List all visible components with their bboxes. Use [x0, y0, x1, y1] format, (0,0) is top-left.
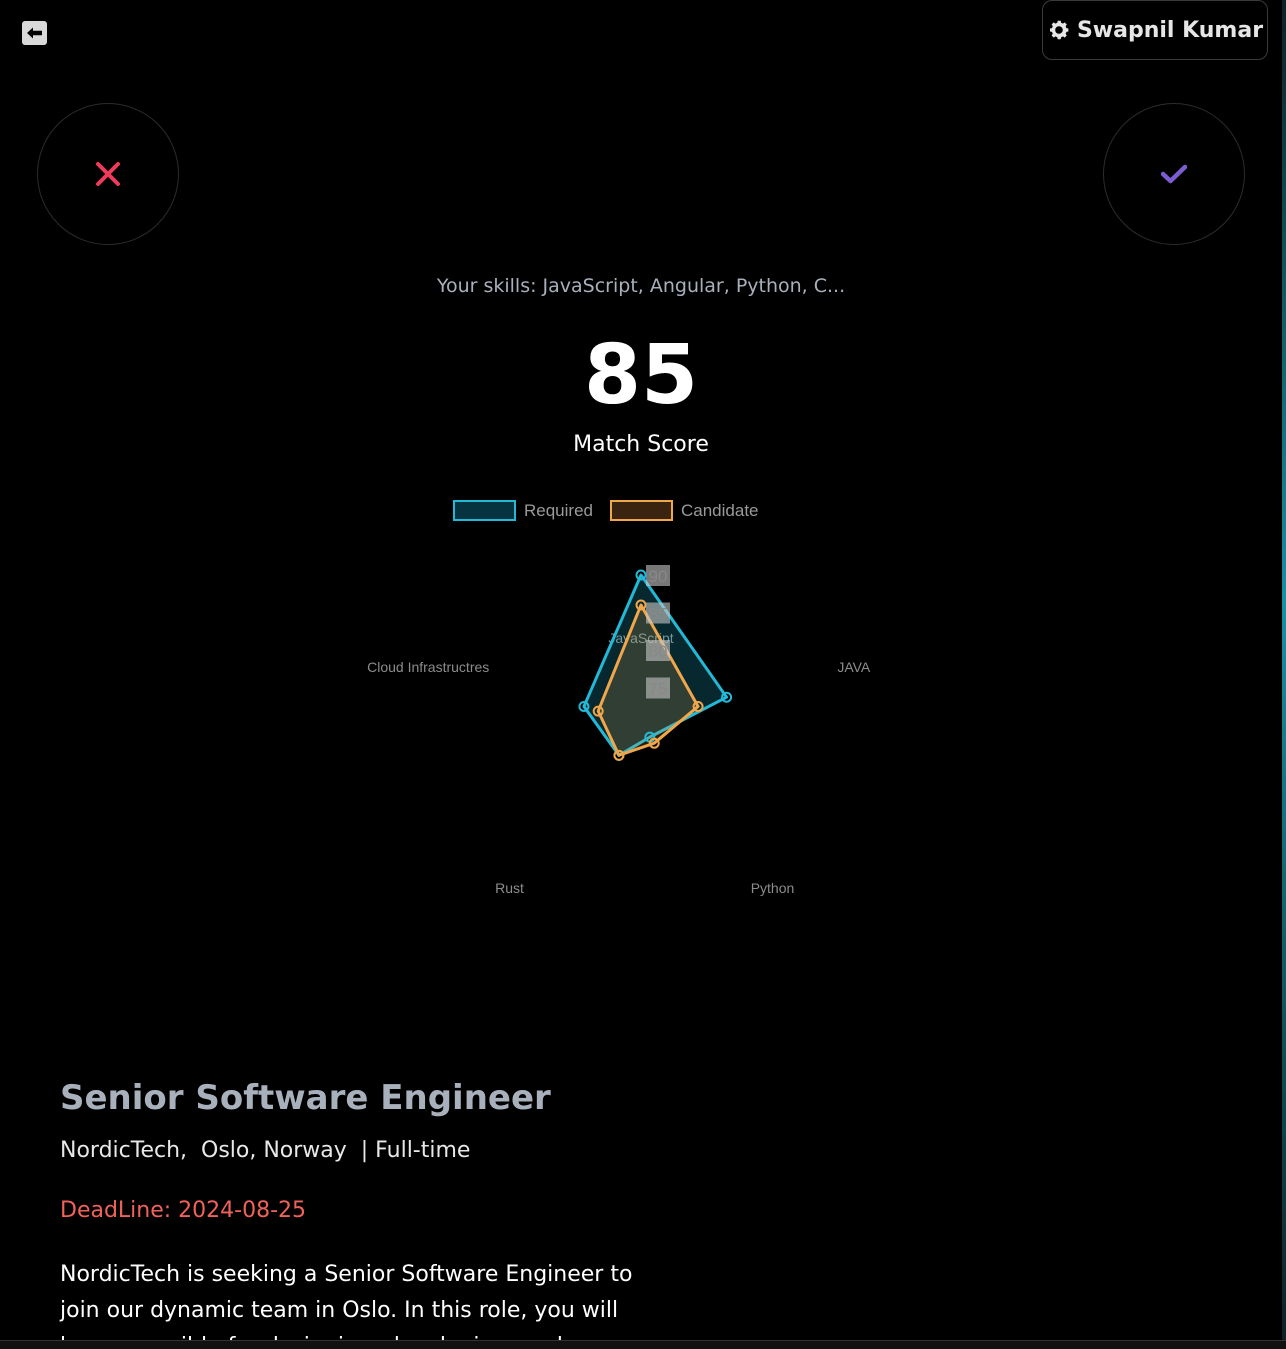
- axis-label-3: Rust: [495, 880, 524, 896]
- match-page: Swapnil Kumar Your skills: JavaScript, A…: [0, 0, 1286, 1349]
- axis-label-2: Python: [751, 880, 795, 896]
- legend-swatch-1: [610, 500, 673, 521]
- skills-radar-chart: RequiredCandidateJavaScriptJAVAPythonRus…: [367, 500, 871, 896]
- tick-label-85: 85: [649, 605, 668, 624]
- legend-label-1: Candidate: [681, 501, 759, 520]
- gear-icon: [1047, 18, 1071, 42]
- tick-label-80: 80: [649, 642, 668, 661]
- skills-summary: Your skills: JavaScript, Angular, Python…: [436, 275, 846, 297]
- check-icon: [1161, 164, 1187, 184]
- match-score-label: Match Score: [573, 432, 709, 457]
- legend-swatch-0: [453, 500, 516, 521]
- axis-label-4: Cloud Infrastructres: [367, 659, 489, 675]
- user-name: Swapnil Kumar: [1076, 17, 1264, 43]
- arrow-left-icon: [27, 27, 42, 39]
- reject-button[interactable]: [37, 103, 179, 245]
- legend-label-0: Required: [524, 501, 593, 520]
- back-button[interactable]: [22, 21, 47, 45]
- accept-button[interactable]: [1103, 103, 1245, 245]
- tick-label-75: 75: [649, 680, 668, 699]
- tick-label-90: 90: [649, 567, 668, 586]
- job-description: NordicTech is seeking a Senior Software …: [60, 1262, 633, 1349]
- close-icon: [96, 162, 120, 186]
- job-title: Senior Software Engineer: [60, 1078, 551, 1118]
- axis-label-1: JAVA: [837, 659, 871, 675]
- job-deadline: DeadLine: 2024-08-25: [60, 1198, 307, 1223]
- bottom-bar: [0, 1340, 1286, 1349]
- scrollbar[interactable]: [1282, 0, 1286, 1340]
- match-score-value: 85: [583, 328, 699, 423]
- user-menu-button[interactable]: Swapnil Kumar: [1042, 0, 1268, 60]
- job-meta: NordicTech, Oslo, Norway | Full-time: [60, 1138, 471, 1163]
